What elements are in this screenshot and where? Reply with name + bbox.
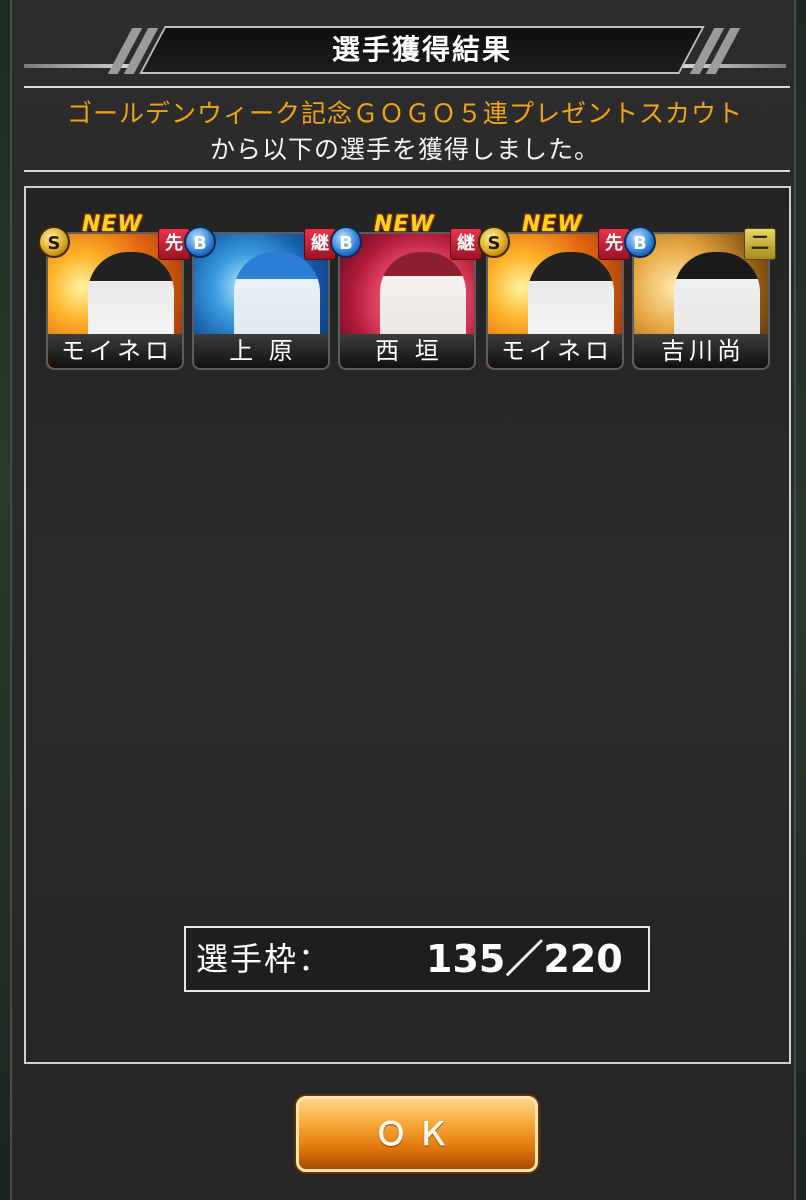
- ok-button[interactable]: ＯＫ: [296, 1096, 538, 1172]
- rank-badge: S: [38, 226, 70, 258]
- result-message: から以下の選手を獲得しました。: [209, 135, 600, 164]
- player-card[interactable]: 吉川尚 B 二: [624, 226, 776, 370]
- result-dialog: 選手獲得結果 ゴールデンウィーク記念ＧＯＧＯ５連プレゼントスカウト から以下の選…: [10, 0, 796, 1200]
- title-bar: 選手獲得結果: [12, 22, 798, 78]
- rank-badge: B: [624, 226, 656, 258]
- player-name: 西 垣: [340, 334, 474, 368]
- rank-badge: S: [478, 226, 510, 258]
- roster-capacity-box: 選手枠： 135／220: [184, 926, 650, 992]
- rank-badge: B: [330, 226, 362, 258]
- divider-top: [24, 86, 790, 88]
- rank-badge: B: [184, 226, 216, 258]
- player-card[interactable]: 上 原 B 継: [184, 226, 336, 370]
- player-card[interactable]: 西 垣 B 継 NEW: [330, 212, 482, 370]
- new-badge: NEW: [374, 212, 435, 237]
- roster-capacity-value: 135／220: [426, 937, 623, 981]
- player-name: モイネロ: [48, 334, 182, 368]
- position-badge: 二: [744, 228, 776, 260]
- new-badge: NEW: [82, 212, 143, 237]
- player-card[interactable]: モイネロ S 先 NEW: [478, 212, 630, 370]
- roster-capacity-label: 選手枠：: [196, 940, 333, 978]
- dialog-title: 選手獲得結果: [331, 33, 512, 66]
- player-name: 吉川尚: [634, 334, 768, 368]
- player-card[interactable]: モイネロ S 先 NEW: [38, 212, 190, 370]
- divider-bottom: [24, 170, 790, 172]
- new-badge: NEW: [522, 212, 583, 237]
- scout-name: ゴールデンウィーク記念ＧＯＧＯ５連プレゼントスカウト: [66, 99, 743, 128]
- player-name: 上 原: [194, 334, 328, 368]
- player-name: モイネロ: [488, 334, 622, 368]
